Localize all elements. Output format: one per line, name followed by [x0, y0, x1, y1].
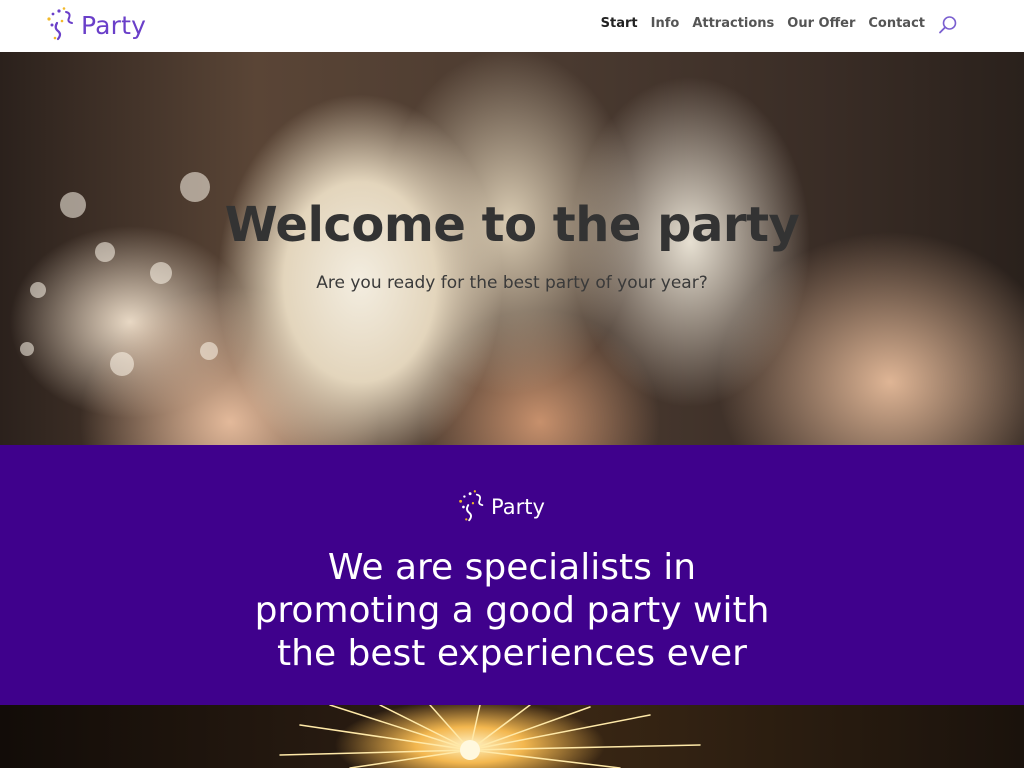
nav-item-contact[interactable]: Contact — [868, 15, 925, 33]
sparkler-image — [279, 705, 701, 768]
nav-item-our-offer[interactable]: Our Offer — [787, 15, 855, 33]
band-heading: We are specialists in promoting a good p… — [112, 546, 912, 675]
hero-section: Welcome to the party Are you ready for t… — [0, 52, 1024, 445]
hero-title: Welcome to the party — [224, 197, 800, 253]
band-logo: Party — [455, 488, 545, 526]
site-header: Party Start Info Attractions Our Offer C… — [0, 0, 1024, 52]
nav-item-info[interactable]: Info — [651, 15, 680, 33]
band-heading-line: promoting a good party with — [254, 590, 770, 631]
main-nav: Start Info Attractions Our Offer Contact — [601, 15, 925, 33]
band-heading-line: the best experiences ever — [277, 633, 747, 674]
nav-item-start[interactable]: Start — [601, 15, 638, 33]
hero-subtitle: Are you ready for the best party of your… — [316, 273, 708, 293]
band-heading-line: We are specialists in — [327, 547, 697, 588]
logo-text: Party — [81, 10, 147, 40]
band-logo-text: Party — [491, 495, 545, 519]
search-icon[interactable] — [938, 15, 958, 35]
party-logo-icon — [459, 490, 484, 522]
sparkler-image-section — [0, 705, 1024, 768]
party-logo-icon — [47, 7, 73, 41]
nav-item-attractions[interactable]: Attractions — [692, 15, 774, 33]
logo[interactable]: Party — [44, 5, 146, 45]
